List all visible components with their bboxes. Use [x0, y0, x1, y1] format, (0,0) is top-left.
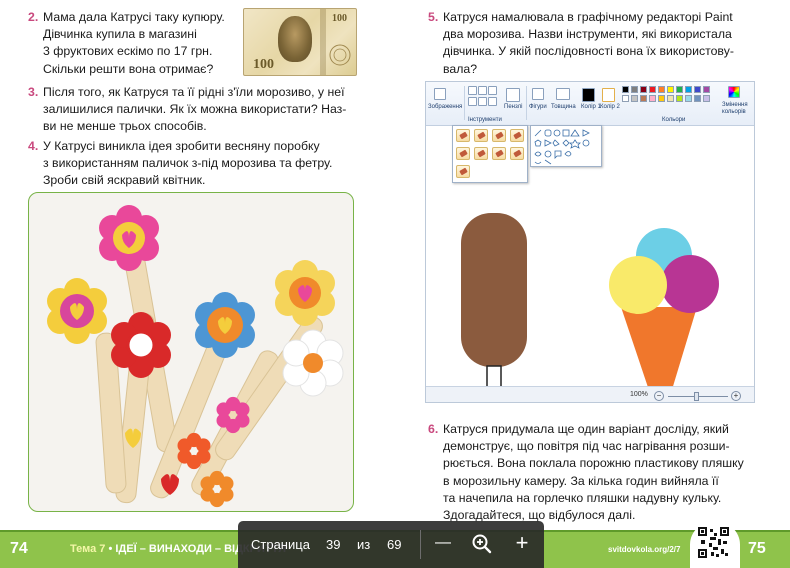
palette-swatch[interactable] — [622, 95, 629, 102]
task-text-line: У Катрусі виникла ідея зробити весняну п… — [43, 139, 320, 153]
ribbon-color1-label: Колір 1 — [581, 104, 601, 110]
eraser-icon[interactable] — [468, 97, 477, 106]
zoom-in-button[interactable]: + — [510, 531, 534, 557]
banknote-image: 100 100 — [243, 8, 357, 76]
cone-shape — [621, 307, 697, 386]
task-text-line: та начепила на горлечко пляшки надувну к… — [443, 490, 722, 505]
palette-swatch[interactable] — [703, 86, 710, 93]
palette-swatch[interactable] — [667, 86, 674, 93]
color-picker-icon[interactable] — [478, 97, 487, 106]
paint-canvas[interactable] — [426, 126, 755, 386]
zoom-level: 100% — [630, 391, 648, 398]
task-text-line: Мама дала Катрусі таку купюру. — [43, 10, 225, 24]
ribbon-color2-label: Колір 2 — [600, 104, 620, 110]
edit-colors-icon[interactable] — [728, 86, 740, 98]
palette-swatch[interactable] — [649, 95, 656, 102]
ribbon-edit-colors-label: Змінення кольорів — [722, 102, 748, 115]
shapes-icon[interactable] — [532, 88, 544, 100]
palette-swatch[interactable] — [667, 95, 674, 102]
color1-swatch[interactable] — [582, 88, 595, 102]
magnifier-plus-icon[interactable] — [470, 531, 494, 557]
task-text-line: демонструє, що повітря під час нагріванн… — [443, 439, 730, 454]
paint-statusbar: 100% − + — [426, 386, 754, 402]
paint-window: Зображення Інструменти Пензлі Фігури Тов… — [425, 81, 755, 403]
palette-swatch[interactable] — [631, 86, 638, 93]
ribbon-colors-group-label: Кольори — [662, 117, 686, 123]
line-size-icon[interactable] — [556, 88, 570, 100]
palette-swatch[interactable] — [640, 86, 647, 93]
task-text-line: Катруся намалювала в графічному редактор… — [443, 10, 733, 24]
ribbon-image-label: Зображення — [428, 104, 463, 110]
palette-swatch[interactable] — [694, 86, 701, 93]
footer-site[interactable]: svitdovkola.org/2/7 — [608, 545, 680, 554]
page-label: Страница — [251, 537, 310, 552]
palette-swatch[interactable] — [676, 86, 683, 93]
task-number: 2. — [28, 10, 39, 24]
task-text-line: 3 фруктових ескімо по 17 грн. — [43, 44, 213, 59]
palette-swatch[interactable] — [685, 86, 692, 93]
task-text-line: залишилися палички. Як їх можна використ… — [43, 102, 347, 117]
task-text-line: Дівчинка купила в магазині — [43, 27, 197, 42]
palette-swatch[interactable] — [640, 95, 647, 102]
task-text-line: Скільки решти вона отримає? — [43, 61, 214, 76]
task-text-line: в морозильну камеру. За кілька годин вий… — [443, 473, 719, 488]
palette-swatch[interactable] — [685, 95, 692, 102]
ribbon-tools-label: Інструменти — [468, 117, 502, 123]
popsicle-shape — [461, 213, 527, 367]
brush-icon[interactable] — [506, 88, 520, 102]
task-number: 5. — [428, 10, 439, 24]
ribbon-size-label: Товщина — [551, 104, 576, 110]
task-number: 6. — [428, 422, 439, 436]
scoop-right-shape — [661, 255, 719, 313]
task-text-line: вала? — [443, 61, 478, 76]
page-navigation-toolbar: Страница 39 из 69 — + — [238, 521, 544, 568]
zoom-slider-thumb[interactable] — [694, 392, 699, 401]
zoom-out-button[interactable]: — — [431, 531, 455, 557]
pencil-icon[interactable] — [468, 86, 477, 95]
task-text-line: ви не менше трьох способів. — [43, 119, 207, 134]
ribbon-brushes-label: Пензлі — [504, 104, 523, 110]
magnifier-icon[interactable] — [488, 97, 497, 106]
palette-swatch[interactable] — [694, 95, 701, 102]
zoom-in-button[interactable]: + — [731, 391, 741, 401]
of-label: из — [357, 537, 371, 552]
task-text-line: два морозива. Назви інструменти, які вик… — [443, 27, 732, 42]
image-select-icon[interactable] — [434, 88, 446, 100]
palette-swatch[interactable] — [649, 86, 656, 93]
task-text-line: Катруся придумала ще один варіант дослід… — [443, 422, 729, 436]
zoom-out-button[interactable]: − — [654, 391, 664, 401]
palette-swatch[interactable] — [703, 95, 710, 102]
right-page-number: 75 — [748, 540, 766, 557]
ribbon-shapes-label: Фігури — [529, 104, 547, 110]
task-text-line: дівчинка. У якій послідовності вона їх в… — [443, 44, 734, 59]
palette-swatch[interactable] — [622, 86, 629, 93]
left-page-number: 74 — [10, 540, 28, 557]
current-page-input[interactable]: 39 — [326, 537, 340, 552]
fill-icon[interactable] — [478, 86, 487, 95]
task-number: 4. — [28, 139, 39, 153]
popsicle-stick — [486, 365, 502, 386]
qr-code-icon[interactable] — [698, 527, 729, 558]
task-text-line: Зроби свій яскравий квітник. — [43, 173, 206, 188]
task-text-line: рюється. Вона поклала порожню пластикову… — [443, 456, 744, 471]
task-number: 3. — [28, 85, 39, 99]
palette-swatch[interactable] — [658, 86, 665, 93]
task-text-line: з використанням паличок з-під морозива т… — [43, 156, 333, 171]
theme-prefix: Тема 7 — [70, 543, 106, 555]
scoop-left-shape — [609, 256, 667, 314]
palette-swatch[interactable] — [676, 95, 683, 102]
paint-ribbon: Зображення Інструменти Пензлі Фігури Тов… — [426, 82, 754, 126]
felt-flowers-photo — [28, 192, 354, 512]
color2-swatch[interactable] — [602, 88, 615, 102]
task-text-line: Після того, як Катруся та її рідні з'їли… — [43, 85, 345, 99]
text-icon[interactable] — [488, 86, 497, 95]
total-pages: 69 — [387, 537, 402, 552]
palette-swatch[interactable] — [631, 95, 638, 102]
palette-swatch[interactable] — [658, 95, 665, 102]
